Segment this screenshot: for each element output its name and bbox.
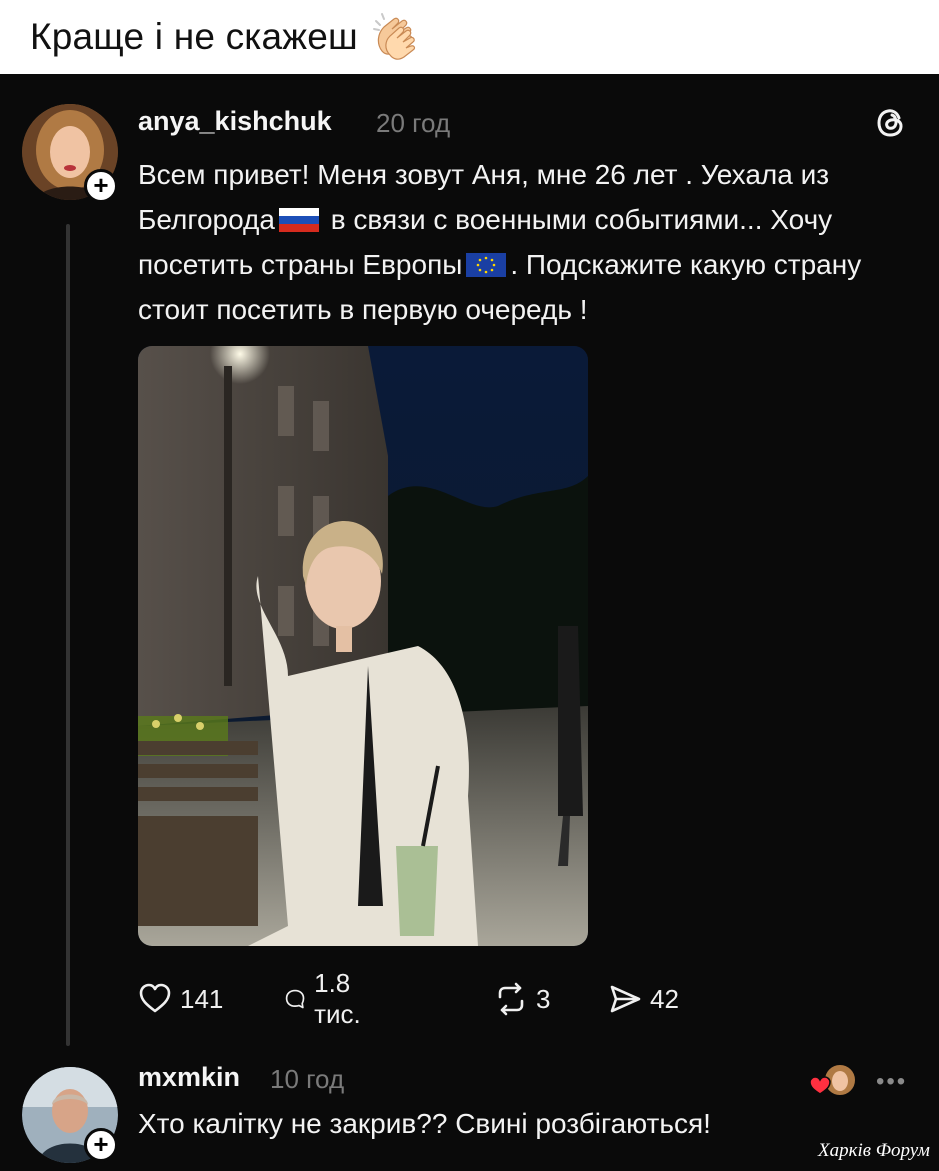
author-liked-badge (808, 1060, 860, 1100)
more-options-icon[interactable]: ••• (876, 1068, 907, 1096)
reply-body: Хто калітку не закрив?? Свині розбігають… (138, 1108, 711, 1139)
follow-plus-icon[interactable]: + (84, 169, 118, 203)
repost-count: 3 (536, 983, 551, 1014)
share-send-icon (610, 985, 641, 1013)
comment-count: 1.8 тис. (314, 968, 361, 1029)
post-body: Всем привет! Меня зовут Аня, мне 26 лет … (138, 152, 918, 332)
comment-bubble-icon (285, 989, 305, 1009)
follow-plus-icon[interactable]: + (84, 1128, 118, 1162)
like-count: 141 (180, 983, 224, 1014)
russia-flag-icon (278, 200, 319, 232)
like-button[interactable]: 141 (138, 979, 223, 1019)
thread-connector-line (66, 224, 70, 1046)
threads-feed: + anya_kishchuk 20 год Всем привет! Меня… (0, 74, 939, 1171)
threads-logo-icon[interactable] (872, 104, 910, 142)
comment-button[interactable]: 1.8 тис. (284, 968, 373, 1029)
caption-text: Краще і не скажеш (30, 16, 358, 57)
author-username[interactable]: anya_kishchuk (138, 106, 332, 137)
share-count: 42 (650, 983, 679, 1014)
clapping-hands-icon (370, 11, 422, 63)
reply-username[interactable]: mxmkin (138, 1062, 240, 1093)
caption-bar: Краще і не скажеш (0, 0, 939, 74)
watermark: Харків Форум (818, 1140, 930, 1161)
repost-button[interactable]: 3 (494, 979, 550, 1019)
post-photo[interactable] (138, 346, 588, 946)
eu-flag-icon (466, 245, 507, 277)
reply-time: 10 год (270, 1064, 345, 1094)
post-time: 20 год (376, 108, 451, 138)
share-button[interactable]: 42 (608, 979, 679, 1019)
repost-icon (498, 982, 524, 1016)
heart-icon (139, 983, 171, 1013)
